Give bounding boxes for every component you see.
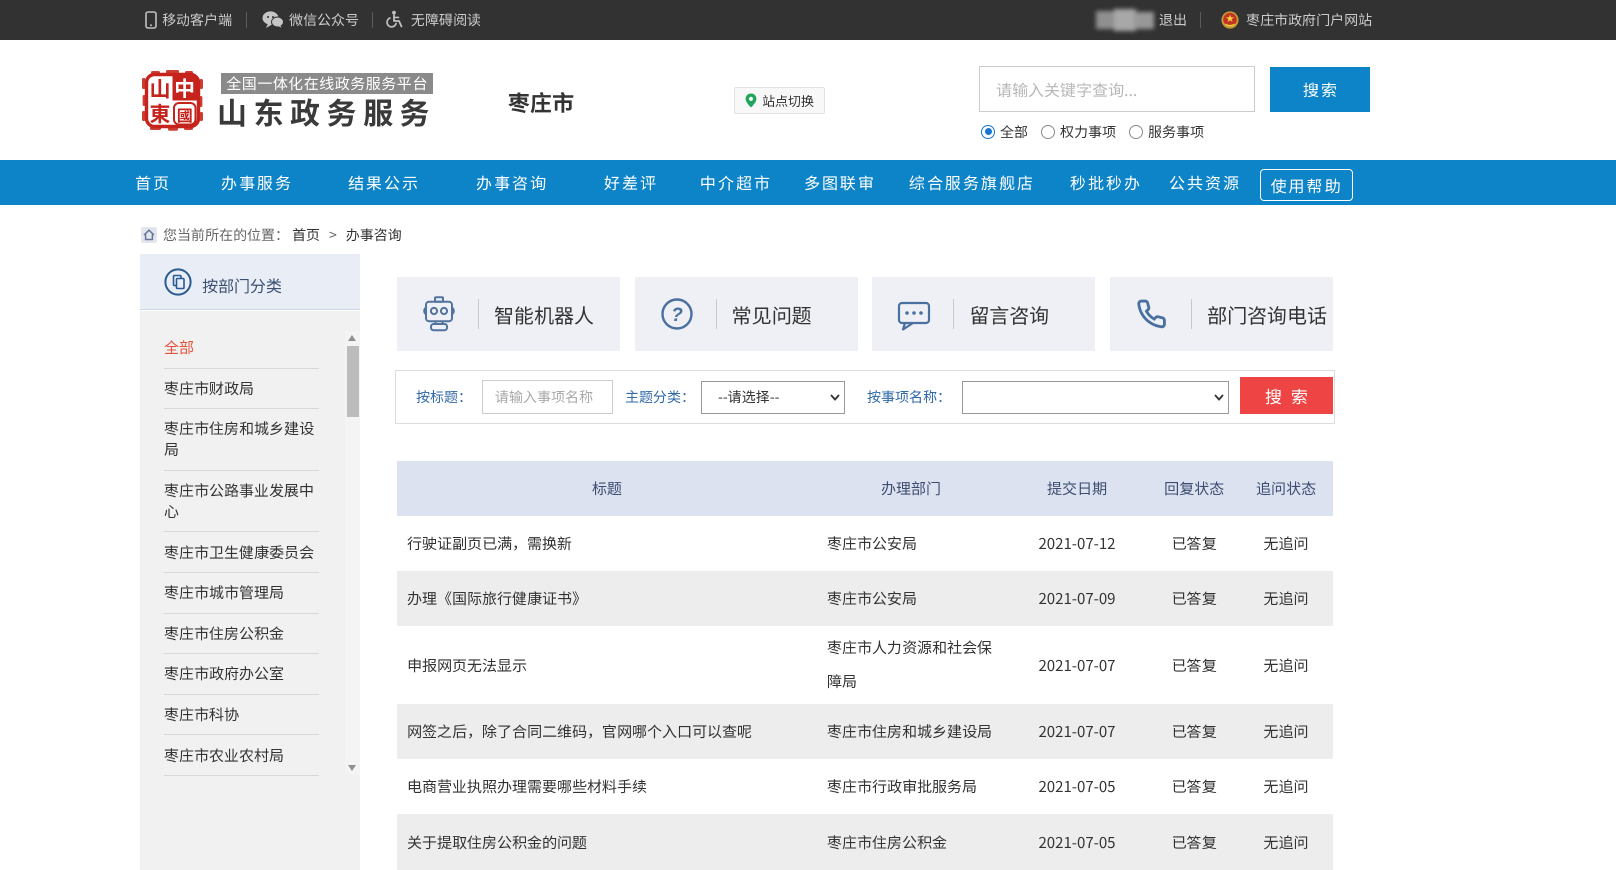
svg-text:?: ? — [671, 305, 683, 326]
svg-text:東: 東 — [150, 99, 171, 129]
svg-text:中: 中 — [174, 73, 195, 103]
svg-text:國: 國 — [177, 102, 193, 126]
